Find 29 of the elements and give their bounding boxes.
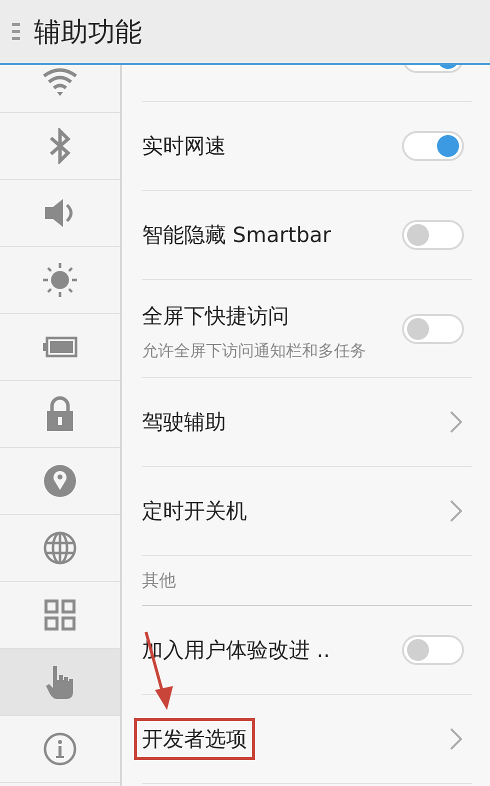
info-icon <box>43 732 77 766</box>
setting-label: 驾驶辅助 <box>141 409 227 436</box>
sidebar-item[interactable] <box>0 65 120 113</box>
toggle-switch[interactable] <box>402 220 464 250</box>
setting-label: 开发者选项 <box>134 718 255 760</box>
setting-label: 实时网速 <box>141 133 227 160</box>
setting-label: 全屏下快捷访问 <box>141 303 290 330</box>
location-icon <box>43 464 77 498</box>
toggle-switch[interactable] <box>402 131 464 161</box>
sidebar-item[interactable] <box>0 649 120 716</box>
setting-description: 允许全屏下访问通知栏和多任务 <box>142 341 367 362</box>
setting-label: 定时开关机 <box>141 498 248 525</box>
menu-icon[interactable] <box>12 23 20 40</box>
setting-label: 智能隐藏 Smartbar <box>141 222 332 249</box>
battery-icon <box>42 336 78 358</box>
chevron-right-icon[interactable] <box>450 411 462 433</box>
section-header: 其他 <box>142 570 176 592</box>
chevron-right-icon[interactable] <box>450 728 462 750</box>
toggle-switch[interactable] <box>402 314 464 344</box>
hand-icon <box>45 664 75 700</box>
bluetooth-icon <box>48 128 72 164</box>
globe-icon <box>43 531 77 565</box>
chevron-right-icon[interactable] <box>450 500 462 522</box>
toggle-switch[interactable] <box>402 635 464 665</box>
lock-icon <box>45 396 75 432</box>
page-title: 辅助功能 <box>34 16 142 50</box>
wifi-icon <box>42 67 78 97</box>
sun-icon <box>42 262 78 298</box>
grid-icon <box>44 599 76 631</box>
